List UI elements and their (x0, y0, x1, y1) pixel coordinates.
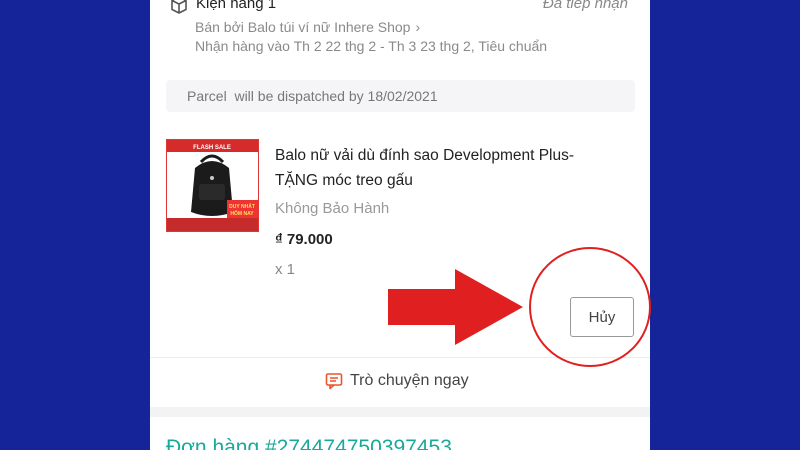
thumb-badge-2: HÔM NAY (230, 209, 254, 217)
delivery-estimate: Nhận hàng vào Th 2 22 thg 2 - Th 3 23 th… (195, 38, 548, 54)
chat-icon (325, 373, 343, 390)
annotation-circle (529, 247, 651, 367)
chat-now-label: Trò chuyện ngay (350, 372, 469, 389)
product-price: ₫ 79.000 (275, 231, 333, 248)
seller-text: Bán bởi Balo túi ví nữ Inhere Shop (195, 19, 411, 35)
product-thumbnail[interactable]: FLASH SALE DUY NHẤT HÔM NAY (166, 139, 259, 232)
thumb-badge-1: DUY NHẤT (229, 203, 255, 210)
next-order-number[interactable]: Đơn hàng #274474750397453 (166, 436, 452, 450)
package-label: Kiện hàng 1 (196, 0, 277, 12)
annotation-arrow (388, 269, 523, 345)
order-panel: Kiện hàng 1 Đã tiếp nhận Bán bởi Balo tú… (150, 0, 650, 450)
dispatch-text: Parcel will be dispatched by 18/02/2021 (187, 88, 438, 104)
seller-link[interactable]: Bán bởi Balo túi ví nữ Inhere Shop › (195, 19, 420, 35)
package-status: Đã tiếp nhận (542, 0, 628, 12)
thumb-banner-text: FLASH SALE (193, 145, 231, 151)
dispatch-notice: Parcel will be dispatched by 18/02/2021 (166, 80, 635, 112)
product-quantity: x 1 (275, 261, 296, 278)
package-box-icon (171, 0, 187, 14)
product-image: FLASH SALE DUY NHẤT HÔM NAY (167, 140, 258, 231)
chevron-right-icon: › (415, 19, 421, 35)
product-name[interactable]: Balo nữ vải dù đính sao Development Plus… (275, 143, 615, 193)
product-warranty: Không Bảo Hành (275, 200, 390, 217)
